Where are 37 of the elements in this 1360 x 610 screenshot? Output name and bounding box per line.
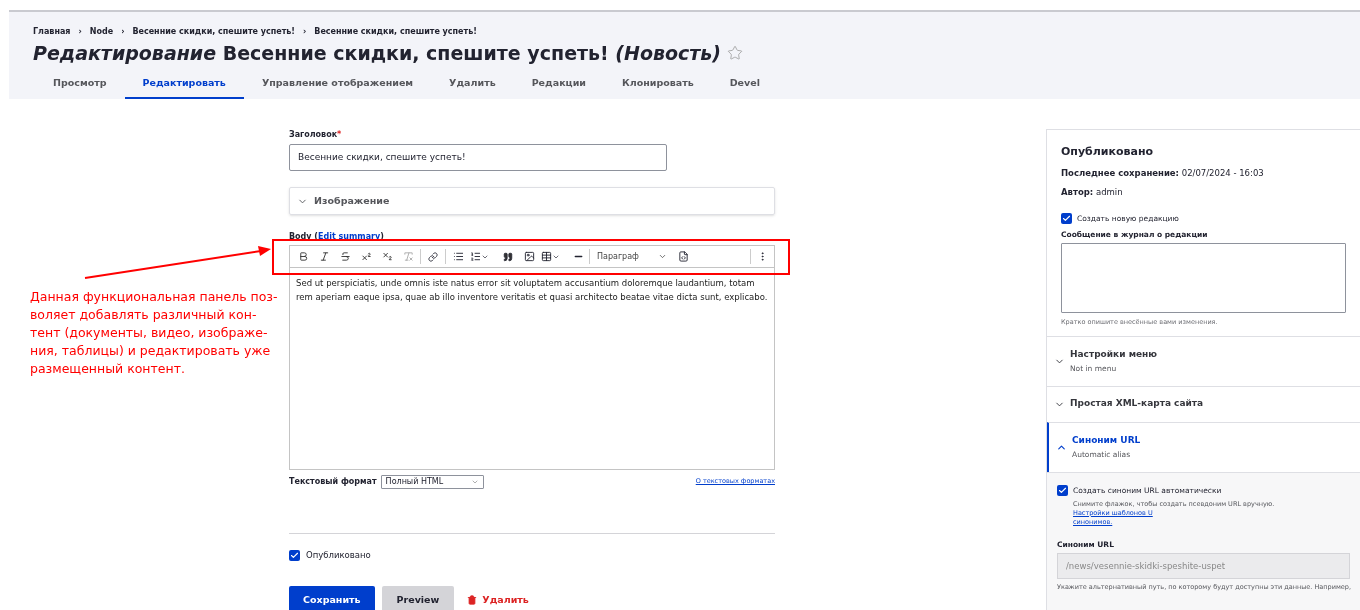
breadcrumb-link[interactable]: Главная <box>33 26 71 38</box>
preview-button[interactable]: Preview <box>381 586 455 610</box>
published-label: Опубликовано <box>306 549 371 562</box>
last-saved-text: Последнее сохранение: 02/07/2024 - 16:03 <box>1061 166 1265 180</box>
tab[interactable]: Редакции <box>513 72 604 100</box>
status-heading: Опубликовано <box>1061 144 1155 161</box>
save-button[interactable]: Сохранить <box>289 586 375 610</box>
breadcrumb-link[interactable]: Весенние скидки, спешите успеть! <box>132 26 295 38</box>
sidebar-section-header[interactable]: Простая XML-карта сайта <box>1047 385 1360 422</box>
revision-log-textarea[interactable] <box>1061 242 1346 313</box>
tab[interactable]: Devel <box>711 72 778 100</box>
tab[interactable]: Управление отображением <box>243 72 432 100</box>
body-editor[interactable]: Sed ut perspiciatis, unde omnis iste natus error sit voluptatem accusantium doloremque laudantium, totam rem aperiam eaque ipsa, quae ab illo inventore veritatis et quasi architecto beatae vitae dicta sunt, explicabo. <box>289 268 775 471</box>
star-icon[interactable] <box>727 45 744 61</box>
breadcrumb-separator: › <box>303 26 307 38</box>
page-title: Редактирование Весенние скидки, спешите успеть! (Новость) <box>33 41 722 66</box>
new-revision-checkbox[interactable] <box>1061 213 1072 225</box>
paragraph-style-dropdown[interactable]: Параграф <box>593 250 671 263</box>
annotation-text: Данная функциональная панель поз- воляет добавлять различный кон- тент (документы, видео, изображе- ния, таблицы) и редактировать уже размещенный контент. <box>30 288 279 378</box>
trash-icon <box>467 595 478 605</box>
author-text: Автор: admin <box>1061 185 1124 199</box>
title-label: Заголовок* <box>289 129 343 142</box>
text-format-select[interactable]: Полный HTML <box>380 475 484 490</box>
tab[interactable]: Просмотр <box>35 72 125 100</box>
published-checkbox[interactable] <box>289 550 300 562</box>
image-section-header[interactable]: Изображение <box>289 187 775 216</box>
breadcrumb-separator: › <box>121 26 125 38</box>
edit-summary-link[interactable]: Edit summary <box>318 232 381 242</box>
breadcrumb-separator: › <box>78 26 82 38</box>
delete-button[interactable]: Удалить <box>461 586 535 610</box>
breadcrumb-link[interactable]: Весенние скидки, спешите успеть! <box>314 26 477 38</box>
text-format-label: Текстовый формат <box>289 476 377 489</box>
breadcrumb-link[interactable]: Node <box>89 26 114 38</box>
tab[interactable]: Редактировать <box>124 72 244 100</box>
title-input[interactable]: Весенние скидки, спешите успеть! <box>289 144 667 172</box>
tab[interactable]: Удалить <box>431 72 514 100</box>
tab[interactable]: Клонировать <box>603 72 712 100</box>
